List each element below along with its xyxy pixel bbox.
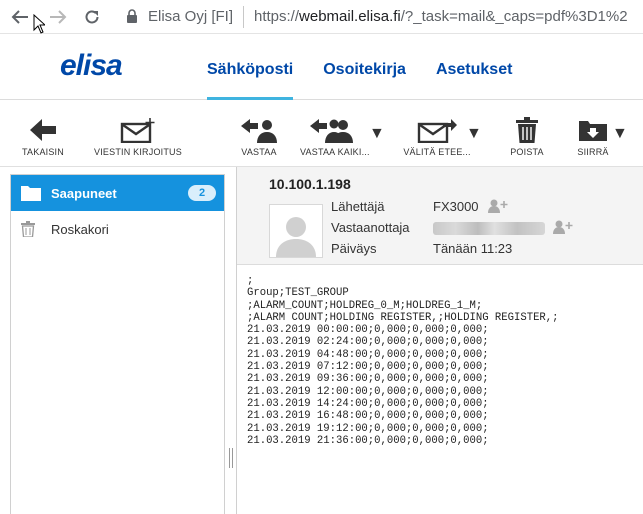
move-button[interactable]: SIIRRÄ <box>576 115 610 157</box>
body-line: 21.03.2019 21:36:00;0,000;0,000;0,000; <box>247 434 489 447</box>
folder-name: Saapuneet <box>51 185 117 201</box>
move-dropdown-icon[interactable]: ▼ <box>612 125 628 143</box>
compose-label: VIESTIN KIRJOITUS <box>94 147 182 157</box>
trash-icon <box>516 117 538 143</box>
app-header: elisa Sähköposti Osoitekirja Asetukset <box>0 34 643 100</box>
folder-inbox[interactable]: Saapuneet 2 <box>11 175 224 211</box>
body-line: ; <box>247 275 254 287</box>
url-path: /?_task=mail&_caps=pdf%3D1%2 <box>400 8 628 25</box>
forward-dropdown-icon[interactable]: ▼ <box>466 125 482 143</box>
url-separator <box>243 6 244 28</box>
site-identity[interactable]: Elisa Oyj [FI] <box>148 8 233 25</box>
compose-mail-icon <box>120 118 155 143</box>
move-label: SIIRRÄ <box>577 147 609 157</box>
arrow-left-icon <box>30 119 56 141</box>
message-subject: 10.100.1.198 <box>269 176 351 192</box>
splitter-grip-icon[interactable] <box>229 448 233 468</box>
body-line: 21.03.2019 16:48:00;0,000;0,000;0,000; <box>247 410 489 423</box>
mail-toolbar: TAKAISIN VIESTIN KIRJOITUS VASTAA VASTAA… <box>0 101 643 167</box>
tab-settings[interactable]: Asetukset <box>436 34 512 100</box>
back-label: TAKAISIN <box>22 147 64 157</box>
body-line: Group;TEST_GROUP <box>247 287 349 300</box>
reply-all-button[interactable]: VASTAA KAIKI... <box>300 115 370 157</box>
to-value[interactable] <box>433 220 573 236</box>
add-contact-icon[interactable] <box>552 220 573 234</box>
body-line: 21.03.2019 14:24:00;0,000;0,000;0,000; <box>247 397 489 410</box>
folder-list: Saapuneet 2 Roskakori <box>10 174 225 514</box>
date-value: Tänään 11:23 <box>433 241 513 256</box>
folder-name: Roskakori <box>51 221 109 237</box>
trash-icon <box>21 221 43 237</box>
add-contact-icon[interactable] <box>488 199 508 213</box>
main-tabs: Sähköposti Osoitekirja Asetukset <box>207 34 542 100</box>
forward-arrow-icon[interactable] <box>46 5 70 29</box>
folder-trash[interactable]: Roskakori <box>11 211 224 247</box>
svg-text:elisa: elisa <box>60 53 122 82</box>
body-line: 21.03.2019 19:12:00;0,000;0,000;0,000; <box>247 422 489 435</box>
browser-toolbar: Elisa Oyj [FI] https://webmail.elisa.fi/… <box>0 0 643 34</box>
reply-all-icon <box>310 119 353 143</box>
body-line: ;ALARM_COUNT;HOLDREG_0_M;HOLDREG_1_M; <box>247 299 483 312</box>
url-scheme: https:// <box>254 8 300 25</box>
reload-icon[interactable] <box>80 5 104 29</box>
reply-button[interactable]: VASTAA <box>238 115 280 157</box>
message-view: 10.100.1.198 Lähettäjä FX3000 Vastaanott… <box>236 167 643 514</box>
from-address[interactable]: FX3000 <box>433 199 479 214</box>
forward-label: VÄLITÄ ETEE... <box>403 147 471 157</box>
body-line: 21.03.2019 12:00:00;0,000;0,000;0,000; <box>247 385 489 398</box>
url-host: webmail.elisa.fi <box>299 8 401 25</box>
from-value[interactable]: FX3000 <box>433 199 508 214</box>
person-silhouette-icon <box>276 217 316 257</box>
body-line: 21.03.2019 07:12:00;0,000;0,000;0,000; <box>247 361 489 374</box>
compose-button[interactable]: VIESTIN KIRJOITUS <box>90 115 186 157</box>
body-line: 21.03.2019 04:48:00;0,000;0,000;0,000; <box>247 348 489 361</box>
body-line: 21.03.2019 09:36:00;0,000;0,000;0,000; <box>247 373 489 386</box>
address-bar[interactable]: https://webmail.elisa.fi/?_task=mail&_ca… <box>254 8 643 25</box>
from-label: Lähettäjä <box>331 199 385 214</box>
delete-label: POISTA <box>510 147 544 157</box>
tab-contacts[interactable]: Osoitekirja <box>323 34 406 100</box>
back-arrow-icon[interactable] <box>8 5 32 29</box>
redacted-recipient <box>433 222 545 236</box>
back-button[interactable]: TAKAISIN <box>22 115 64 157</box>
unread-count-badge: 2 <box>188 185 216 201</box>
reply-icon <box>241 119 277 143</box>
body-line: 21.03.2019 00:00:00;0,000;0,000;0,000; <box>247 324 489 337</box>
forward-mail-icon <box>417 119 457 143</box>
delete-button[interactable]: POISTA <box>507 115 547 157</box>
reply-all-dropdown-icon[interactable]: ▼ <box>369 125 385 143</box>
to-label: Vastaanottaja <box>331 220 410 235</box>
reply-label: VASTAA <box>241 147 277 157</box>
forward-button[interactable]: VÄLITÄ ETEE... <box>402 115 472 157</box>
date-label: Päiväys <box>331 241 377 256</box>
move-folder-icon <box>579 121 607 141</box>
sender-avatar <box>269 204 323 258</box>
reply-all-label: VASTAA KAIKI... <box>300 147 370 157</box>
message-header: 10.100.1.198 Lähettäjä FX3000 Vastaanott… <box>237 167 643 265</box>
body-line: 21.03.2019 02:24:00;0,000;0,000;0,000; <box>247 336 489 349</box>
folder-icon <box>21 185 43 201</box>
tab-email[interactable]: Sähköposti <box>207 34 294 100</box>
message-body: ; Group;TEST_GROUP ;ALARM_COUNT;HOLDREG_0_… <box>247 275 559 447</box>
elisa-logo[interactable]: elisa <box>56 49 148 90</box>
body-line: ;ALARM COUNT;HOLDING REGISTER,;HOLDING R… <box>247 311 559 324</box>
lock-icon[interactable] <box>126 9 138 28</box>
